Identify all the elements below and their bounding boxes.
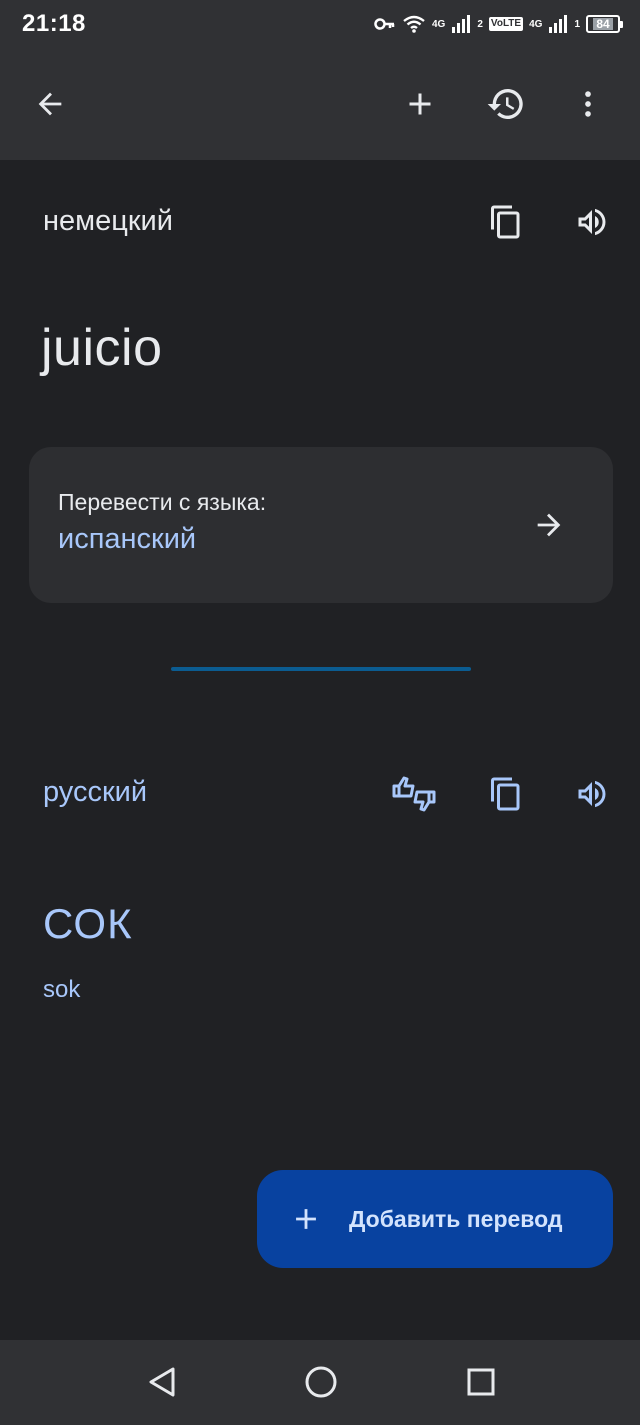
nav-recents-button[interactable] bbox=[459, 1360, 503, 1404]
signal-icon bbox=[452, 15, 471, 33]
target-speak-button[interactable] bbox=[570, 772, 614, 816]
plus-icon bbox=[409, 93, 431, 115]
sim-slot-1: 1 bbox=[574, 18, 580, 30]
add-button[interactable] bbox=[396, 80, 444, 128]
add-translation-label: Добавить перевод bbox=[349, 1205, 563, 1232]
copy-icon bbox=[491, 205, 520, 239]
transliteration-text: sok bbox=[43, 976, 81, 1003]
battery-icon: 84 bbox=[586, 15, 623, 33]
rate-translation-button[interactable] bbox=[390, 772, 438, 816]
divider bbox=[171, 667, 471, 671]
battery-level: 84 bbox=[593, 18, 613, 30]
source-copy-button[interactable] bbox=[484, 200, 528, 244]
key-icon bbox=[374, 18, 395, 30]
arrow-left-icon bbox=[38, 92, 62, 116]
status-time: 21:18 bbox=[22, 10, 86, 37]
screen: 21:18 4G 2 VoLTE 4G 1 84 немецкий juicio… bbox=[0, 0, 640, 1425]
target-language: русский bbox=[43, 776, 148, 808]
translate-from-arrow[interactable] bbox=[527, 503, 571, 547]
add-translation-button[interactable]: Добавить перевод bbox=[257, 1170, 613, 1268]
circle-home-icon bbox=[305, 1366, 337, 1398]
more-vert-icon bbox=[585, 91, 591, 117]
network-type-2: 4G bbox=[529, 18, 543, 30]
status-icons: 4G 2 VoLTE 4G 1 84 bbox=[374, 15, 623, 33]
network-type-1: 4G bbox=[432, 18, 446, 30]
target-copy-button[interactable] bbox=[484, 772, 528, 816]
back-button[interactable] bbox=[26, 80, 74, 128]
arrow-right-icon bbox=[537, 513, 561, 537]
translation-text: СОК bbox=[43, 900, 133, 947]
sim-slot-2: 2 bbox=[477, 18, 483, 30]
app-bar bbox=[0, 48, 640, 160]
translate-from-card[interactable]: Перевести с языка: испанский bbox=[29, 447, 613, 603]
source-speak-button[interactable] bbox=[570, 200, 614, 244]
translate-from-language: испанский bbox=[58, 523, 197, 555]
volume-icon bbox=[578, 780, 606, 808]
history-icon bbox=[487, 88, 523, 119]
nav-home-button[interactable] bbox=[299, 1360, 343, 1404]
navigation-bar bbox=[0, 1340, 640, 1425]
translate-from-label: Перевести с языка: bbox=[58, 489, 267, 515]
status-bar: 21:18 4G 2 VoLTE 4G 1 84 bbox=[0, 0, 640, 48]
source-text[interactable]: juicio bbox=[41, 318, 163, 378]
volume-icon bbox=[578, 208, 606, 236]
nav-back-button[interactable] bbox=[140, 1360, 184, 1404]
thumbs-up-down-icon bbox=[392, 776, 436, 812]
source-language: немецкий bbox=[43, 205, 173, 237]
more-options-button[interactable] bbox=[564, 80, 612, 128]
plus-icon bbox=[289, 1202, 323, 1236]
wifi-icon bbox=[403, 15, 425, 33]
square-recents-icon bbox=[467, 1368, 495, 1396]
copy-icon bbox=[491, 777, 520, 811]
triangle-back-icon bbox=[149, 1367, 175, 1397]
volte-badge: VoLTE bbox=[488, 17, 524, 31]
signal-icon bbox=[549, 15, 568, 33]
history-button[interactable] bbox=[482, 80, 530, 128]
